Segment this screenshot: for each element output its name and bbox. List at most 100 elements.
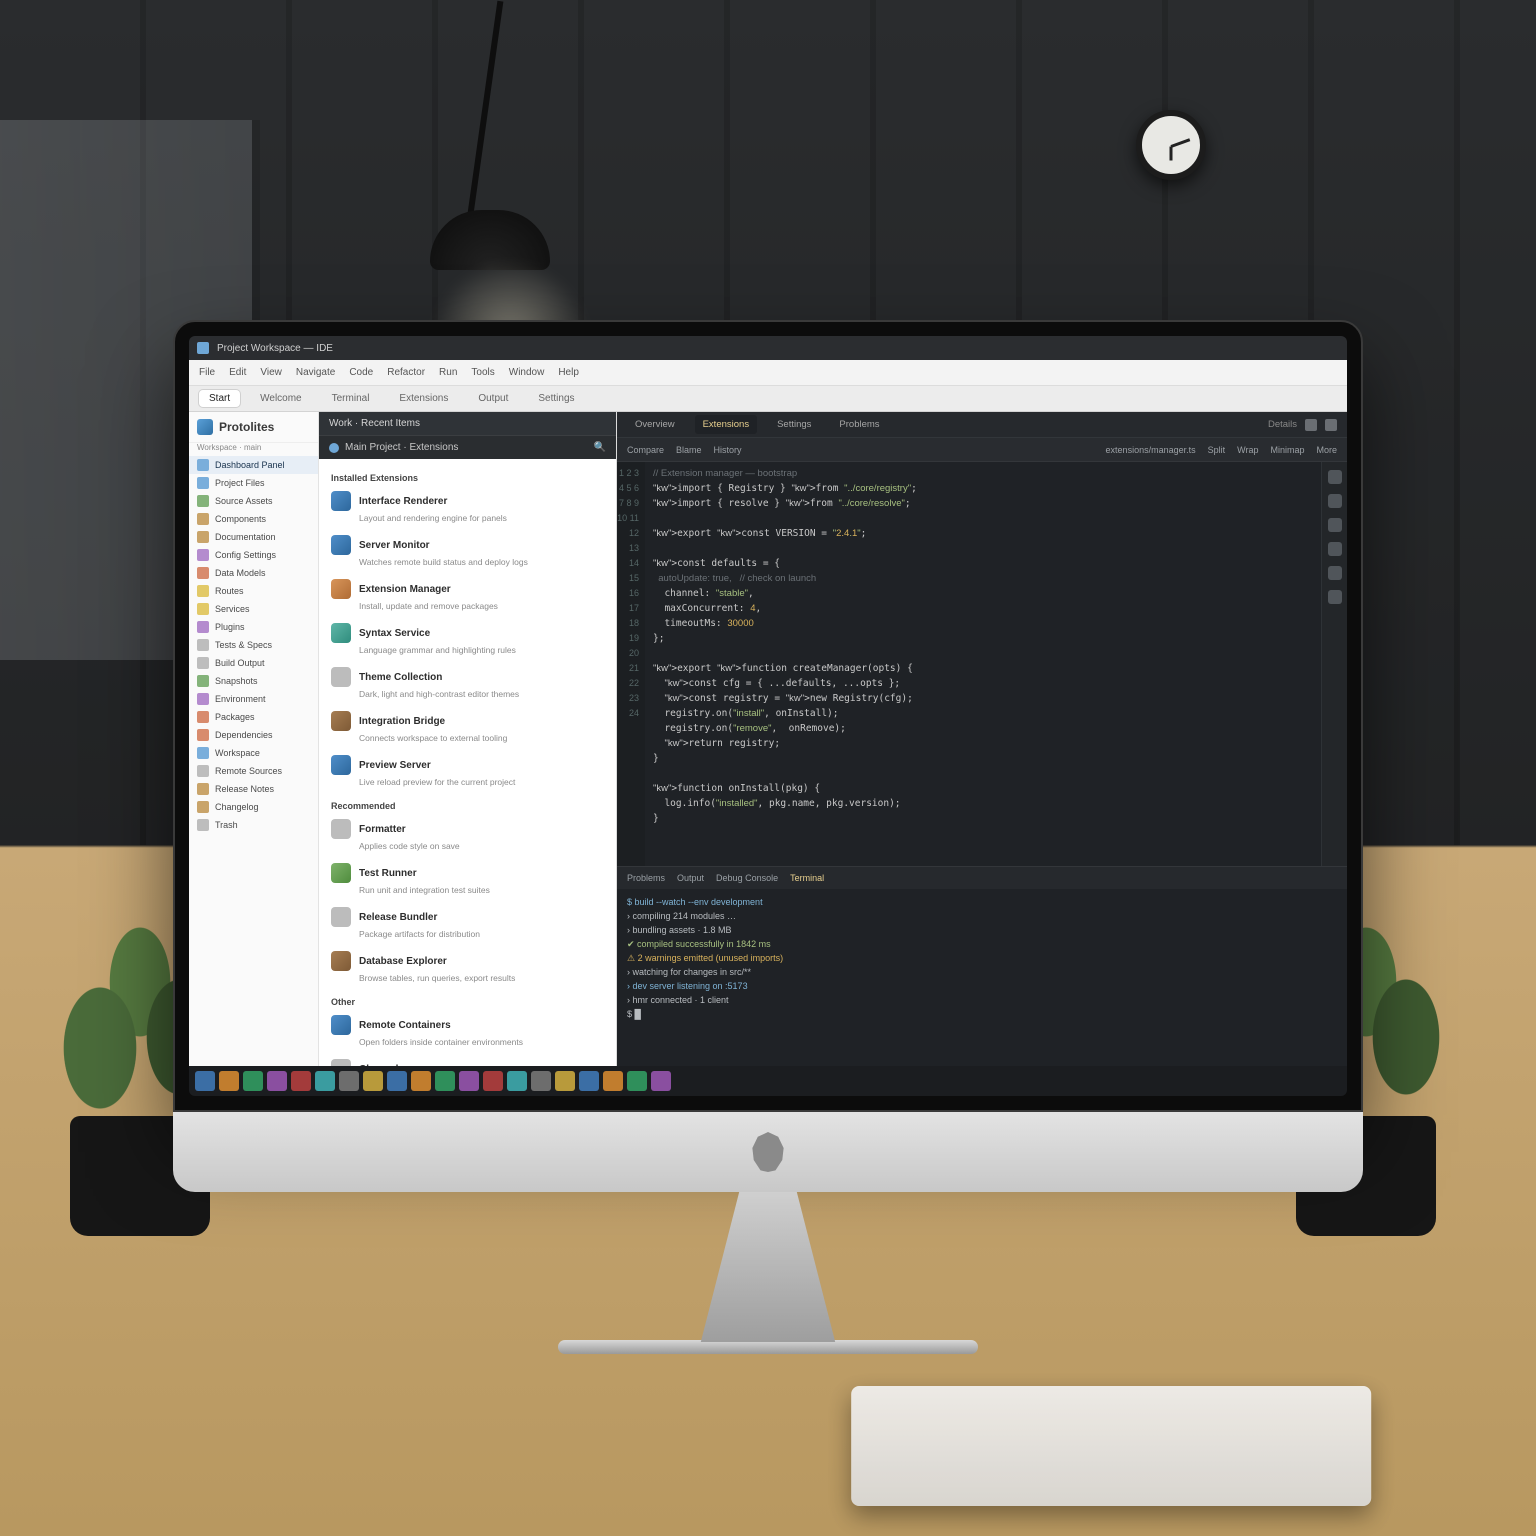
sidebar-item-remote-sources[interactable]: Remote Sources [189,762,318,780]
doc-tab-extensions[interactable]: Extensions [389,390,458,407]
taskbar-media-icon[interactable] [651,1071,671,1091]
sidebar-item-config-settings[interactable]: Config Settings [189,546,318,564]
sidebar-item-changelog[interactable]: Changelog [189,798,318,816]
outline-icon[interactable] [1328,470,1342,484]
menu-edit[interactable]: Edit [229,367,246,378]
code-editor-panel[interactable]: OverviewExtensionsSettingsProblems Detai… [617,412,1347,1066]
sidebar-item-source-assets[interactable]: Source Assets [189,492,318,510]
split-icon[interactable] [1305,419,1317,431]
taskbar-calendar-icon[interactable] [387,1071,407,1091]
terminal-output[interactable]: $ build --watch --env development› compi… [617,889,1347,1066]
menu-help[interactable]: Help [558,367,579,378]
sidebar-item-routes[interactable]: Routes [189,582,318,600]
list-item[interactable]: Preview ServerLive reload preview for th… [319,749,616,793]
window-titlebar[interactable]: Project Workspace — IDE [189,336,1347,360]
editor-tab-actions[interactable]: Details [1268,419,1337,431]
sidebar-item-workspace[interactable]: Workspace [189,744,318,762]
list-item[interactable]: Syntax ServiceLanguage grammar and highl… [319,617,616,661]
sidebar-items[interactable]: Dashboard PanelProject FilesSource Asset… [189,456,318,1066]
list-item[interactable]: Theme CollectionDark, light and high-con… [319,661,616,705]
menu-refactor[interactable]: Refactor [387,367,425,378]
taskbar-todo-icon[interactable] [507,1071,527,1091]
list-item[interactable]: Server MonitorWatches remote build statu… [319,529,616,573]
sidebar-item-components[interactable]: Components [189,510,318,528]
doc-tab-start[interactable]: Start [199,390,240,407]
list-item[interactable]: Database ExplorerBrowse tables, run quer… [319,945,616,989]
sidebar-item-packages[interactable]: Packages [189,708,318,726]
os-taskbar[interactable] [189,1066,1347,1096]
editor-tab-extensions[interactable]: Extensions [695,415,757,434]
taskbar-editor-icon[interactable] [315,1071,335,1091]
explorer-sidebar[interactable]: Protolites Workspace · main Dashboard Pa… [189,412,319,1066]
problems-icon[interactable] [1328,518,1342,532]
code-content[interactable]: // Extension manager — bootstrap "kw">im… [645,462,1321,866]
center-panel[interactable]: Work · Recent Items Main Project · Exten… [319,412,617,1066]
toolbar-blame-button[interactable]: Blame [676,445,702,455]
sidebar-item-trash[interactable]: Trash [189,816,318,834]
editor-side-strip[interactable] [1321,462,1347,866]
editor-tab-settings[interactable]: Settings [769,415,819,434]
toolbar-split-button[interactable]: Split [1208,445,1226,455]
menu-run[interactable]: Run [439,367,457,378]
search-icon[interactable]: 🔍 [594,442,606,453]
sidebar-item-snapshots[interactable]: Snapshots [189,672,318,690]
taskbar-music-icon[interactable] [363,1071,383,1091]
sidebar-item-documentation[interactable]: Documentation [189,528,318,546]
list-item[interactable]: FormatterApplies code style on save [319,813,616,857]
taskbar-slack-icon[interactable] [627,1071,647,1091]
list-item[interactable]: Interface RendererLayout and rendering e… [319,485,616,529]
menu-view[interactable]: View [260,367,282,378]
taskbar-terminal-icon[interactable] [291,1071,311,1091]
sidebar-item-plugins[interactable]: Plugins [189,618,318,636]
code-area[interactable]: 1 2 3 4 5 6 7 8 9 10 11 12 13 14 15 16 1… [617,462,1347,866]
bookmark-icon[interactable] [1328,494,1342,508]
terminal-tab-terminal[interactable]: Terminal [790,873,824,883]
menu-window[interactable]: Window [509,367,545,378]
center-breadcrumb[interactable]: Main Project · Extensions 🔍 [319,435,616,459]
editor-toolbar[interactable]: CompareBlameHistoryextensions/manager.ts… [617,438,1347,462]
toolbar-minimap-button[interactable]: Minimap [1270,445,1304,455]
git-icon[interactable] [1328,542,1342,556]
taskbar-explorer-icon[interactable] [219,1071,239,1091]
toolbar-compare-button[interactable]: Compare [627,445,664,455]
sidebar-item-environment[interactable]: Environment [189,690,318,708]
editor-tabs[interactable]: OverviewExtensionsSettingsProblems Detai… [617,412,1347,438]
sidebar-item-dependencies[interactable]: Dependencies [189,726,318,744]
center-list[interactable]: Installed ExtensionsInterface RendererLa… [319,459,616,1066]
menu-code[interactable]: Code [349,367,373,378]
sidebar-item-release-notes[interactable]: Release Notes [189,780,318,798]
sidebar-item-project-files[interactable]: Project Files [189,474,318,492]
doc-tab-terminal[interactable]: Terminal [322,390,380,407]
taskbar-photos-icon[interactable] [459,1071,479,1091]
taskbar-vcs-icon[interactable] [531,1071,551,1091]
list-item[interactable]: Test RunnerRun unit and integration test… [319,857,616,901]
doc-tab-welcome[interactable]: Welcome [250,390,312,407]
list-item[interactable]: Release BundlerPackage artifacts for dis… [319,901,616,945]
menu-navigate[interactable]: Navigate [296,367,335,378]
sidebar-item-data-models[interactable]: Data Models [189,564,318,582]
toolbar-history-button[interactable]: History [714,445,742,455]
more-icon[interactable] [1325,419,1337,431]
menu-tools[interactable]: Tools [471,367,494,378]
sidebar-item-services[interactable]: Services [189,600,318,618]
list-item[interactable]: Integration BridgeConnects workspace to … [319,705,616,749]
taskbar-mail-icon[interactable] [267,1071,287,1091]
editor-tab-overview[interactable]: Overview [627,415,683,434]
menu-file[interactable]: File [199,367,215,378]
doc-tab-output[interactable]: Output [468,390,518,407]
bottom-terminal[interactable]: ProblemsOutputDebug ConsoleTerminal $ bu… [617,866,1347,1066]
document-tab-strip[interactable]: StartWelcomeTerminalExtensionsOutputSett… [189,386,1347,412]
taskbar-chat-icon[interactable] [339,1071,359,1091]
list-item[interactable]: Extension ManagerInstall, update and rem… [319,573,616,617]
taskbar-docker-icon[interactable] [555,1071,575,1091]
terminal-tab-debug-console[interactable]: Debug Console [716,873,778,883]
toolbar-more-button[interactable]: More [1316,445,1337,455]
taskbar-figma-icon[interactable] [603,1071,623,1091]
toolbar-wrap-button[interactable]: Wrap [1237,445,1258,455]
taskbar-db-icon[interactable] [579,1071,599,1091]
extensions-icon[interactable] [1328,590,1342,604]
terminal-tabs[interactable]: ProblemsOutputDebug ConsoleTerminal [617,867,1347,889]
taskbar-browser-icon[interactable] [243,1071,263,1091]
list-item[interactable]: ChangelogRecent updates and release note… [319,1053,616,1066]
sidebar-item-tests-specs[interactable]: Tests & Specs [189,636,318,654]
